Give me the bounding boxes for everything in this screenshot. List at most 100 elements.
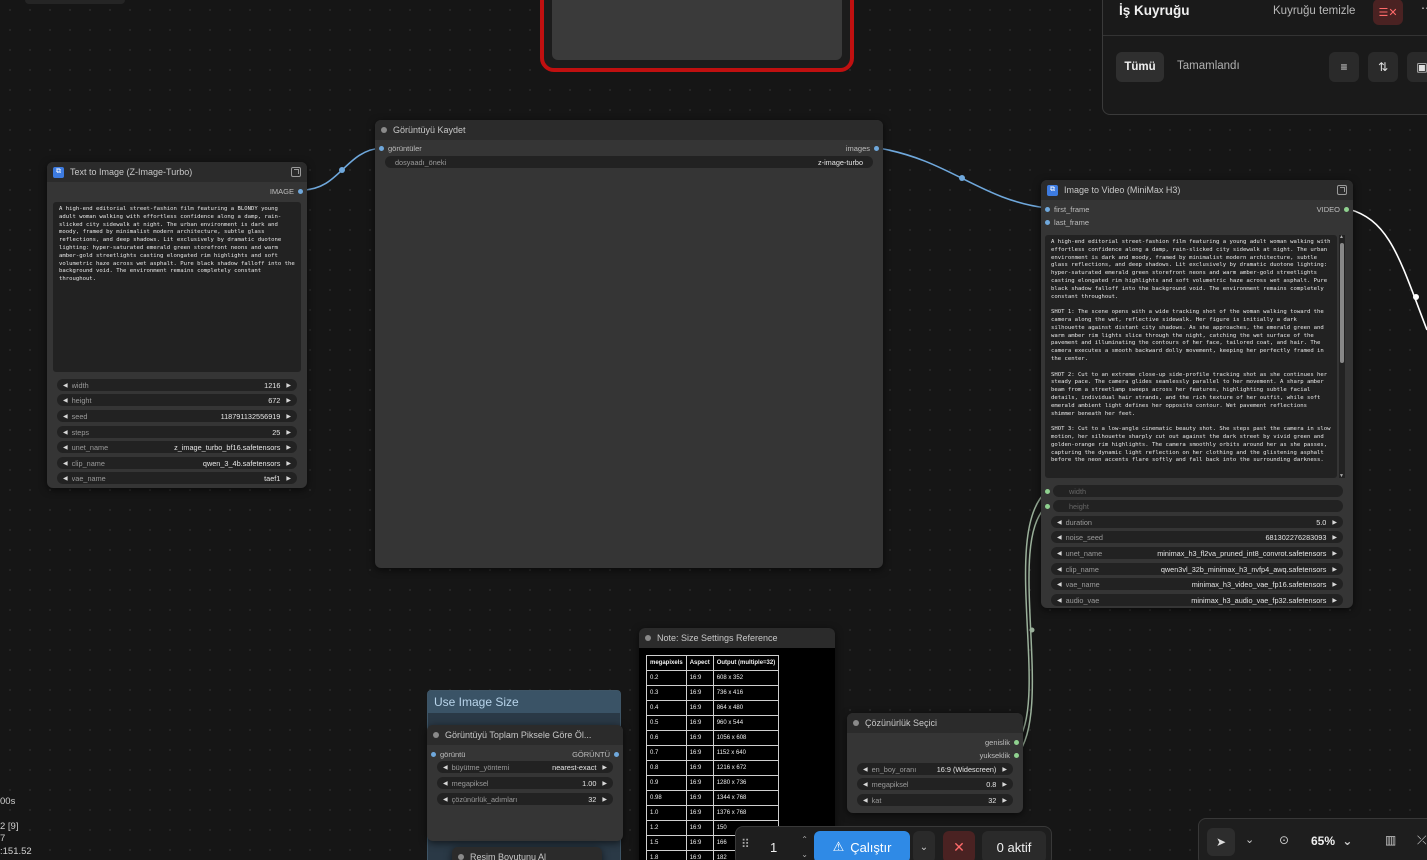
output-dot-icon[interactable] bbox=[1014, 739, 1019, 745]
input-dot-icon[interactable] bbox=[1045, 206, 1050, 212]
i2v-input-first-frame[interactable]: first_frame bbox=[1045, 203, 1089, 215]
filename-prefix-widget[interactable]: dosyaadı_öneki z-image-turbo bbox=[385, 156, 873, 168]
decrement-icon[interactable]: ◀ bbox=[63, 460, 68, 467]
text-to-image-node[interactable]: ⧉ Text to Image (Z-Image-Turbo) IMAGE A … bbox=[47, 162, 307, 488]
filter-button[interactable]: ≡ bbox=[1329, 52, 1359, 82]
decrement-icon[interactable]: ◀ bbox=[443, 764, 448, 771]
zoom-level[interactable]: 65% ⌄ bbox=[1311, 834, 1352, 848]
output-dot-icon[interactable] bbox=[874, 145, 879, 151]
decrement-icon[interactable]: ◀ bbox=[863, 781, 868, 788]
decrement-icon[interactable]: ◀ bbox=[63, 397, 68, 404]
increment-icon[interactable]: ▶ bbox=[1332, 519, 1337, 526]
i2v-input-last-frame[interactable]: last_frame bbox=[1045, 216, 1089, 228]
run-options-button[interactable]: ⌄ bbox=[913, 831, 935, 860]
res-widget-megapixels[interactable]: ◀ megapiksel 0.8 ▶ bbox=[857, 778, 1013, 790]
output-dot-icon[interactable] bbox=[298, 188, 303, 194]
batch-count-input[interactable]: 1 ⌃ ⌄ bbox=[758, 833, 810, 860]
sort-button[interactable]: ⇅ bbox=[1368, 52, 1398, 82]
t2i-widget-width[interactable]: ◀ width 1216 ▶ bbox=[57, 379, 297, 391]
output-dot-icon[interactable] bbox=[1014, 752, 1019, 758]
increment-icon[interactable]: ▶ bbox=[286, 429, 291, 436]
increment-icon[interactable]: ▶ bbox=[602, 796, 607, 803]
increment-icon[interactable]: ▶ bbox=[1332, 581, 1337, 588]
increment-icon[interactable]: ▶ bbox=[1332, 597, 1337, 604]
more-options-icon[interactable]: ⋯ bbox=[1421, 1, 1427, 15]
t2i-widget-steps[interactable]: ◀ steps 25 ▶ bbox=[57, 426, 297, 438]
clear-queue-button[interactable]: ☰✕ bbox=[1373, 0, 1403, 25]
increment-icon[interactable]: ▶ bbox=[1002, 766, 1007, 773]
scale-input-image[interactable]: görüntü bbox=[431, 748, 465, 760]
t2i-widget-clip[interactable]: ◀ clip_name qwen_3_4b.safetensors ▶ bbox=[57, 457, 297, 469]
t2i-widget-vae[interactable]: ◀ vae_name taef1 ▶ bbox=[57, 472, 297, 484]
increment-icon[interactable]: ▶ bbox=[286, 382, 291, 389]
save-image-node[interactable]: Görüntüyü Kaydet görüntüler images dosya… bbox=[375, 120, 883, 568]
input-dot-icon[interactable] bbox=[1045, 488, 1050, 494]
cancel-run-button[interactable]: ✕ bbox=[943, 831, 975, 860]
save-image-title-bar[interactable]: Görüntüyü Kaydet bbox=[375, 120, 883, 140]
i2v-widget-unet[interactable]: ◀ unet_name minimax_h3_fl2va_pruned_int8… bbox=[1051, 547, 1343, 559]
tab-all[interactable]: Tümü bbox=[1116, 52, 1164, 82]
decrement-icon[interactable]: ◀ bbox=[1057, 597, 1062, 604]
increment-icon[interactable]: ▶ bbox=[1332, 534, 1337, 541]
increment-icon[interactable]: ▶ bbox=[602, 780, 607, 787]
decrement-icon[interactable]: ◀ bbox=[863, 766, 868, 773]
increment-icon[interactable]: ▶ bbox=[286, 413, 291, 420]
input-dot-icon[interactable] bbox=[1045, 503, 1050, 509]
scroll-down-icon[interactable]: ▼ bbox=[1339, 473, 1344, 479]
i2v-widget-noise-seed[interactable]: ◀ noise_seed 681302276283093 ▶ bbox=[1051, 531, 1343, 543]
decrement-icon[interactable]: ◀ bbox=[1057, 534, 1062, 541]
increment-icon[interactable]: ▶ bbox=[286, 460, 291, 467]
tab-completed[interactable]: Tamamlandı bbox=[1177, 60, 1240, 72]
i2v-linked-width[interactable]: width bbox=[1045, 485, 1345, 497]
output-dot-icon[interactable] bbox=[1344, 206, 1349, 212]
increment-icon[interactable]: ▶ bbox=[286, 397, 291, 404]
decrement-icon[interactable]: ◀ bbox=[63, 382, 68, 389]
decrement-icon[interactable]: ◀ bbox=[63, 429, 68, 436]
input-slot-images[interactable]: görüntüler bbox=[379, 142, 422, 154]
i2v-output-video[interactable]: VIDEO bbox=[1317, 203, 1349, 215]
i2v-linked-height[interactable]: height bbox=[1045, 500, 1345, 512]
collapse-dot-icon[interactable] bbox=[381, 127, 387, 133]
increment-icon[interactable]: ▶ bbox=[1332, 550, 1337, 557]
res-output-width[interactable]: genislik bbox=[985, 736, 1019, 748]
res-title-bar[interactable]: Çözünürlük Seçici bbox=[847, 713, 1023, 733]
input-dot-icon[interactable] bbox=[1045, 219, 1050, 225]
i2v-widget-vae[interactable]: ◀ vae_name minimax_h3_video_vae_fp16.saf… bbox=[1051, 578, 1343, 590]
mode-chevron-icon[interactable]: ⌄ bbox=[1245, 833, 1254, 846]
scale-widget-megapixels[interactable]: ◀ megapiksel 1.00 ▶ bbox=[437, 777, 613, 789]
scale-to-total-pixels-node[interactable]: Görüntüyü Toplam Piksele Göre Öl... görü… bbox=[427, 725, 623, 841]
t2i-output-slot[interactable]: IMAGE bbox=[270, 185, 303, 197]
image-to-video-node[interactable]: ⧉ Image to Video (MiniMax H3) first_fram… bbox=[1041, 180, 1353, 608]
image-view-button[interactable]: ▣ bbox=[1407, 52, 1427, 82]
collapse-dot-icon[interactable] bbox=[458, 854, 464, 860]
minimap-icon[interactable]: ▥ bbox=[1385, 833, 1396, 847]
collapse-dot-icon[interactable] bbox=[853, 720, 859, 726]
decrement-icon[interactable]: ◀ bbox=[863, 797, 868, 804]
get-image-size-node[interactable]: Resim Boyutunu Al bbox=[452, 847, 602, 860]
increment-icon[interactable]: ▶ bbox=[1332, 566, 1337, 573]
increment-icon[interactable]: ▶ bbox=[602, 764, 607, 771]
decrement-icon[interactable]: ◀ bbox=[443, 796, 448, 803]
size-title-bar[interactable]: Resim Boyutunu Al bbox=[452, 847, 602, 860]
clear-queue-label[interactable]: Kuyruğu temizle bbox=[1273, 5, 1355, 17]
t2i-widget-height[interactable]: ◀ height 672 ▶ bbox=[57, 394, 297, 406]
fit-view-icon[interactable]: ⊙ bbox=[1279, 833, 1289, 847]
decrement-icon[interactable]: ◀ bbox=[1057, 566, 1062, 573]
t2i-widget-seed[interactable]: ◀ seed 118791132556919 ▶ bbox=[57, 410, 297, 422]
run-button[interactable]: ⚠ Çalıştır bbox=[814, 831, 910, 860]
res-output-height[interactable]: yukseklik bbox=[980, 749, 1019, 761]
collapse-dot-icon[interactable] bbox=[645, 635, 651, 641]
expand-icon[interactable] bbox=[1337, 185, 1347, 195]
expand-icon[interactable] bbox=[291, 167, 301, 177]
drag-handle-icon[interactable]: ⠿ bbox=[741, 837, 750, 851]
prompt-scrollbar[interactable]: ▲ ▼ bbox=[1339, 234, 1345, 479]
t2i-title-bar[interactable]: ⧉ Text to Image (Z-Image-Turbo) bbox=[47, 162, 307, 182]
collapse-dot-icon[interactable] bbox=[433, 732, 439, 738]
decrement-icon[interactable]: ◀ bbox=[63, 444, 68, 451]
i2v-prompt-textarea[interactable]: A high-end editorial street-fashion film… bbox=[1045, 235, 1337, 478]
stepper-down-icon[interactable]: ⌄ bbox=[801, 850, 808, 859]
input-dot-icon[interactable] bbox=[379, 145, 384, 151]
decrement-icon[interactable]: ◀ bbox=[1057, 519, 1062, 526]
t2i-prompt-textarea[interactable]: A high-end editorial street-fashion film… bbox=[53, 202, 301, 372]
scale-widget-resolution-steps[interactable]: ◀ çözünürlük_adımları 32 ▶ bbox=[437, 793, 613, 805]
